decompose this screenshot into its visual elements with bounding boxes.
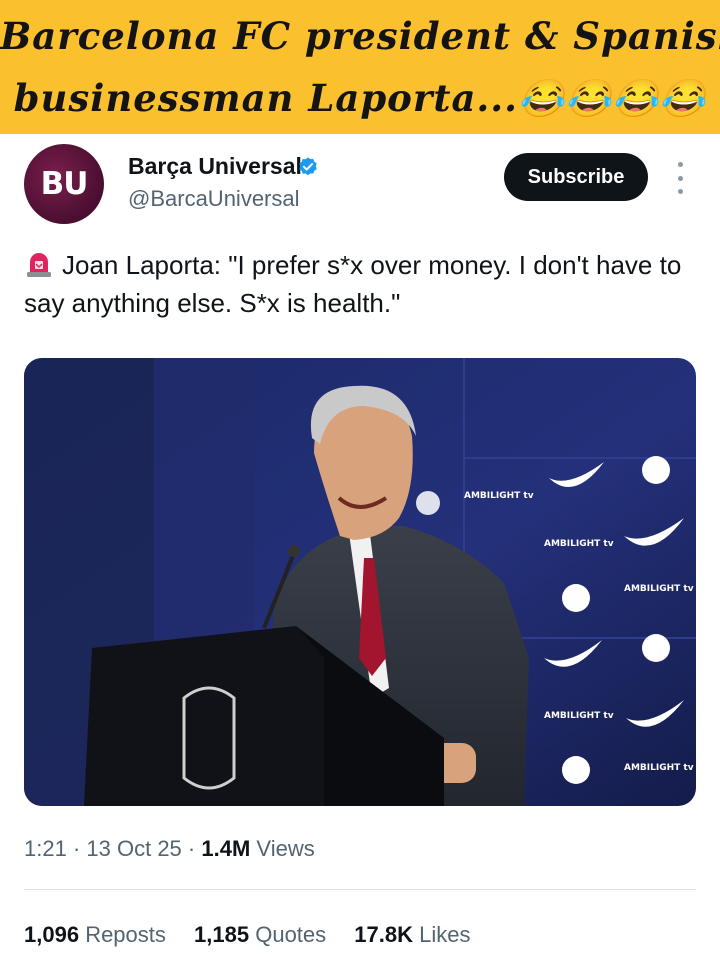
caption-line-2: businessman Laporta...😂😂😂😂 bbox=[13, 76, 707, 120]
backdrop-text: AMBILIGHT tv bbox=[544, 711, 614, 721]
siren-icon bbox=[24, 250, 54, 278]
reposts-count: 1,096 bbox=[24, 922, 80, 947]
caption-banner: Barcelona FC president & Spanish busines… bbox=[0, 0, 720, 134]
engagement-stats: 1,096 Reposts 1,185 Quotes 17.8K Likes bbox=[24, 922, 492, 948]
tweet-text: Joan Laporta: "I prefer s*x over money. … bbox=[24, 250, 682, 318]
tweet-meta: 1:21 · 13 Oct 25 · 1.4M Views bbox=[24, 836, 315, 861]
likes-stat[interactable]: 17.8K Likes bbox=[354, 922, 470, 947]
avatar-text: BU bbox=[40, 166, 89, 202]
press-conference-photo: AMBILIGHT tv AMBILIGHT tv AMBILIGHT tv A… bbox=[24, 358, 696, 806]
tweet-date[interactable]: 13 Oct 25 bbox=[86, 836, 181, 861]
backdrop-text: AMBILIGHT tv bbox=[624, 584, 694, 594]
caption-line-1: Barcelona FC president & Spanish bbox=[0, 14, 720, 58]
display-name[interactable]: Barça Universal bbox=[128, 153, 302, 180]
backdrop-text: AMBILIGHT tv bbox=[624, 763, 694, 773]
views-count: 1.4M bbox=[201, 836, 251, 861]
divider bbox=[24, 889, 696, 890]
backdrop-text: AMBILIGHT tv bbox=[544, 539, 614, 549]
likes-label: Likes bbox=[419, 922, 471, 947]
verified-badge-icon bbox=[299, 157, 317, 176]
backdrop-text: AMBILIGHT tv bbox=[464, 491, 534, 501]
tweet-body: Joan Laporta: "I prefer s*x over money. … bbox=[24, 246, 696, 322]
reposts-stat[interactable]: 1,096 Reposts bbox=[24, 922, 166, 947]
tweet-photo[interactable]: AMBILIGHT tv AMBILIGHT tv AMBILIGHT tv A… bbox=[24, 358, 696, 806]
user-handle[interactable]: @BarcaUniversal bbox=[128, 186, 300, 212]
avatar[interactable]: BU bbox=[24, 144, 104, 224]
quotes-label: Quotes bbox=[255, 922, 327, 947]
views-label: Views bbox=[256, 836, 315, 861]
quotes-stat[interactable]: 1,185 Quotes bbox=[194, 922, 326, 947]
likes-count: 17.8K bbox=[354, 922, 413, 947]
quotes-count: 1,185 bbox=[194, 922, 250, 947]
reposts-label: Reposts bbox=[85, 922, 166, 947]
tweet-time[interactable]: 1:21 bbox=[24, 836, 67, 861]
more-options-icon[interactable] bbox=[670, 162, 690, 194]
subscribe-button[interactable]: Subscribe bbox=[504, 153, 648, 201]
